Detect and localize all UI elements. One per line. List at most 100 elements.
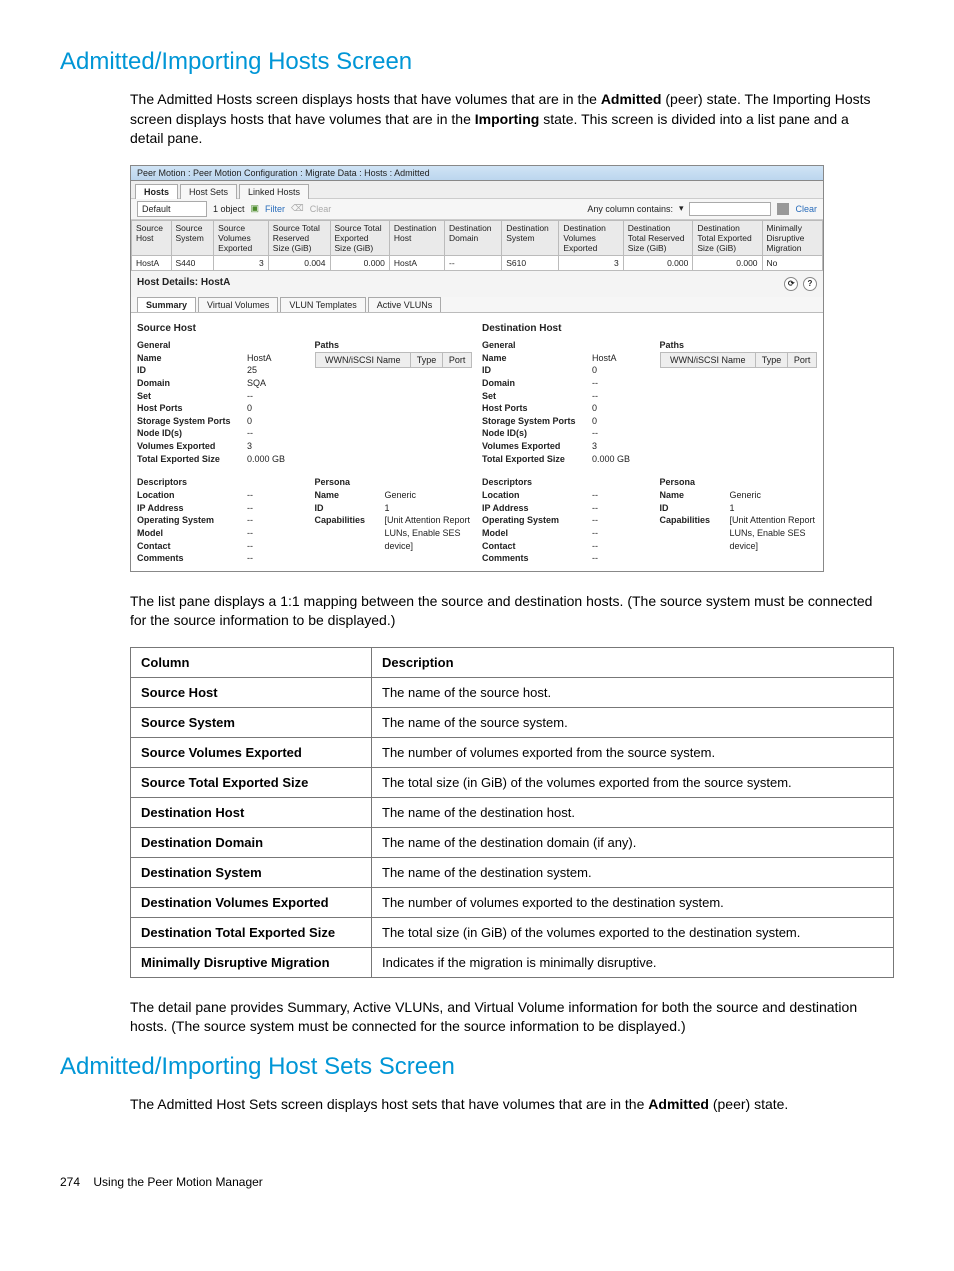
tab-linked-hosts[interactable]: Linked Hosts bbox=[239, 184, 309, 199]
tab-host-sets[interactable]: Host Sets bbox=[180, 184, 237, 199]
cell: The name of the destination host. bbox=[372, 797, 894, 827]
col-header[interactable]: Source System bbox=[171, 220, 214, 255]
dest-persona-kv: NameGeneric ID1 Capabilities[Unit Attent… bbox=[660, 489, 818, 552]
detail-pane: Source Host General NameHostA ID25 Domai… bbox=[131, 313, 823, 571]
value: 25 bbox=[247, 364, 295, 377]
source-descriptors-kv: Location-- IP Address-- Operating System… bbox=[137, 489, 295, 565]
col-header[interactable]: Destination Domain bbox=[445, 220, 502, 255]
page-number: 274 bbox=[60, 1175, 80, 1189]
cell: 3 bbox=[559, 255, 623, 270]
cell: Destination Domain bbox=[131, 827, 372, 857]
filter-link[interactable]: Filter bbox=[265, 204, 285, 214]
descriptors-label: Descriptors bbox=[137, 477, 295, 487]
cell: No bbox=[762, 255, 822, 270]
cell: The number of volumes exported from the … bbox=[372, 737, 894, 767]
host-details-label: Host Details: HostA bbox=[137, 277, 230, 291]
tab-hosts[interactable]: Hosts bbox=[135, 184, 178, 199]
col-header[interactable]: Source Total Exported Size (GiB) bbox=[330, 220, 389, 255]
col-header[interactable]: Source Host bbox=[132, 220, 172, 255]
persona-label: Persona bbox=[660, 477, 818, 487]
col-header[interactable]: Destination System bbox=[502, 220, 559, 255]
section-heading-1: Admitted/Importing Hosts Screen bbox=[60, 48, 894, 76]
chevron-down-icon[interactable]: ▾ bbox=[679, 203, 684, 214]
clear-link[interactable]: Clear bbox=[310, 204, 332, 214]
source-host-title: Source Host bbox=[137, 323, 472, 334]
destination-host-panel: Destination Host General NameHostA ID0 D… bbox=[482, 319, 817, 565]
col-header[interactable]: Minimally Disruptive Migration bbox=[762, 220, 822, 255]
value: Generic bbox=[385, 489, 473, 502]
general-label: General bbox=[482, 340, 640, 350]
cell: Destination Total Exported Size bbox=[131, 917, 372, 947]
col-header[interactable]: Type bbox=[410, 352, 442, 367]
table-row: Destination DomainThe name of the destin… bbox=[131, 827, 894, 857]
cell: 0.000 bbox=[330, 255, 389, 270]
value: 1 bbox=[730, 502, 818, 515]
window-titlebar: Peer Motion : Peer Motion Configuration … bbox=[131, 166, 823, 181]
text: The Admitted Hosts screen displays hosts… bbox=[130, 91, 601, 107]
value: -- bbox=[592, 427, 640, 440]
source-paths-table: WWN/iSCSI Name Type Port bbox=[315, 352, 473, 368]
value: 0 bbox=[247, 402, 295, 415]
col-header[interactable]: Destination Total Reserved Size (GiB) bbox=[623, 220, 693, 255]
detail-tabs: Summary Virtual Volumes VLUN Templates A… bbox=[131, 297, 823, 313]
value: [Unit Attention Report LUNs, Enable SES … bbox=[385, 514, 473, 552]
tab-active-vluns[interactable]: Active VLUNs bbox=[368, 297, 442, 312]
view-select[interactable]: Default bbox=[137, 201, 207, 217]
hosts-grid: Source Host Source System Source Volumes… bbox=[131, 220, 823, 271]
table-row: Source Volumes ExportedThe number of vol… bbox=[131, 737, 894, 767]
dest-paths-table: WWN/iSCSI Name Type Port bbox=[660, 352, 818, 368]
help-icon[interactable]: ? bbox=[803, 277, 817, 291]
cell: Indicates if the migration is minimally … bbox=[372, 947, 894, 977]
cell: The name of the source system. bbox=[372, 707, 894, 737]
clear-button[interactable]: Clear bbox=[795, 204, 817, 214]
value: 0 bbox=[247, 415, 295, 428]
value: -- bbox=[592, 540, 640, 553]
col-header[interactable]: Destination Host bbox=[389, 220, 444, 255]
table-row: Destination Total Exported SizeThe total… bbox=[131, 917, 894, 947]
general-label: General bbox=[137, 340, 295, 350]
value: -- bbox=[592, 552, 640, 565]
paragraph-4: The Admitted Host Sets screen displays h… bbox=[130, 1095, 884, 1115]
col-header[interactable]: Destination Total Exported Size (GiB) bbox=[693, 220, 762, 255]
col-header[interactable]: Port bbox=[443, 352, 472, 367]
cell: S610 bbox=[502, 255, 559, 270]
paragraph-2: The list pane displays a 1:1 mapping bet… bbox=[130, 592, 884, 631]
cell: Source Volumes Exported bbox=[131, 737, 372, 767]
col-header[interactable]: Type bbox=[755, 352, 787, 367]
cell: Destination Host bbox=[131, 797, 372, 827]
value: -- bbox=[247, 390, 295, 403]
col-header[interactable]: WWN/iSCSI Name bbox=[315, 352, 410, 367]
col-header: Description bbox=[372, 647, 894, 677]
col-header[interactable]: Port bbox=[788, 352, 817, 367]
table-row: Source Total Exported SizeThe total size… bbox=[131, 767, 894, 797]
value: -- bbox=[592, 514, 640, 527]
col-header[interactable]: Destination Volumes Exported bbox=[559, 220, 623, 255]
text: The Admitted Host Sets screen displays h… bbox=[130, 1096, 648, 1112]
tab-virtual-volumes[interactable]: Virtual Volumes bbox=[198, 297, 278, 312]
dest-descriptors-kv: Location-- IP Address-- Operating System… bbox=[482, 489, 640, 565]
value: -- bbox=[247, 502, 295, 515]
footer-label: Using the Peer Motion Manager bbox=[93, 1175, 262, 1189]
table-row: Source HostThe name of the source host. bbox=[131, 677, 894, 707]
search-input[interactable] bbox=[689, 202, 771, 216]
value: 0.000 GB bbox=[592, 453, 640, 466]
value: SQA bbox=[247, 377, 295, 390]
print-icon[interactable] bbox=[777, 203, 789, 215]
any-column-label: Any column contains: bbox=[587, 204, 673, 214]
dest-general-kv: NameHostA ID0 Domain-- Set-- Host Ports0… bbox=[482, 352, 640, 465]
col-header[interactable]: WWN/iSCSI Name bbox=[660, 352, 755, 367]
col-header: Column bbox=[131, 647, 372, 677]
value: HostA bbox=[592, 352, 640, 365]
tab-vlun-templates[interactable]: VLUN Templates bbox=[280, 297, 365, 312]
col-header[interactable]: Source Total Reserved Size (GiB) bbox=[268, 220, 330, 255]
value: 3 bbox=[592, 440, 640, 453]
app-screenshot: Peer Motion : Peer Motion Configuration … bbox=[130, 165, 824, 572]
value: HostA bbox=[247, 352, 295, 365]
tab-summary[interactable]: Summary bbox=[137, 297, 196, 312]
value: Generic bbox=[730, 489, 818, 502]
refresh-icon[interactable]: ⟳ bbox=[784, 277, 798, 291]
bold: Admitted bbox=[601, 91, 662, 107]
cell: The total size (in GiB) of the volumes e… bbox=[372, 767, 894, 797]
table-row[interactable]: HostA S440 3 0.004 0.000 HostA -- S610 3… bbox=[132, 255, 823, 270]
col-header[interactable]: Source Volumes Exported bbox=[214, 220, 269, 255]
